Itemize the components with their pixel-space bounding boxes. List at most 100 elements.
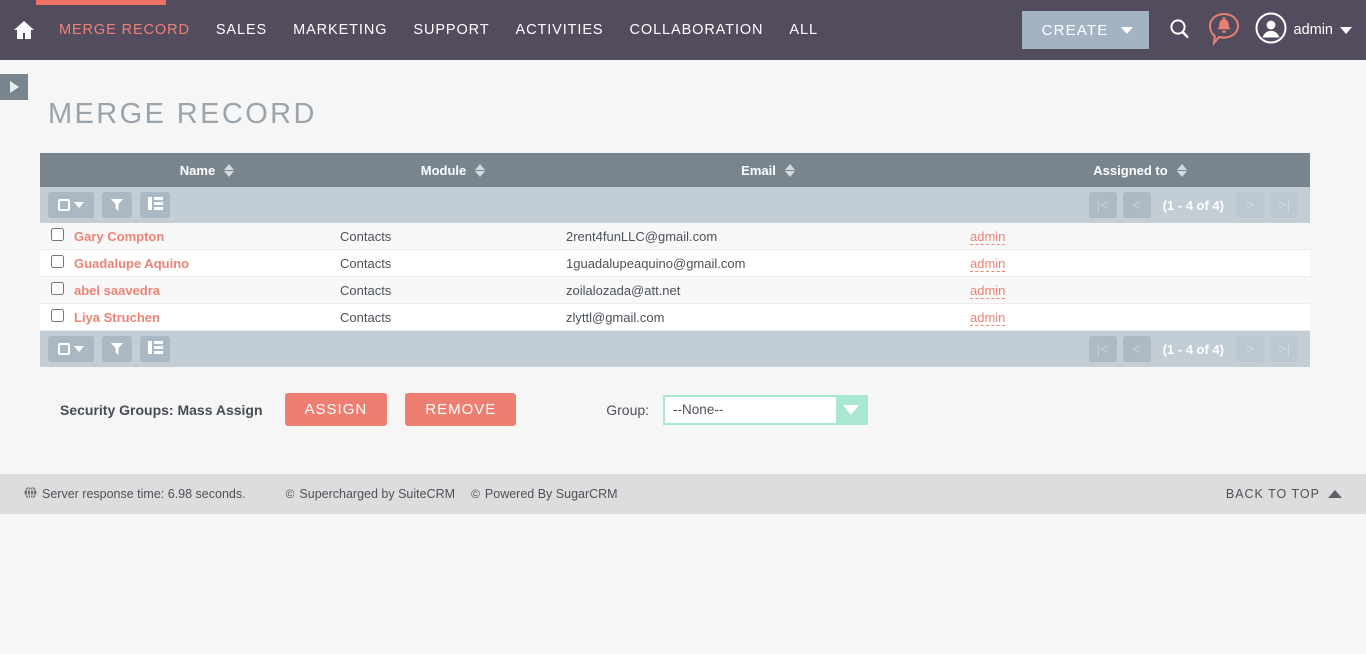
assign-button[interactable]: ASSIGN — [284, 393, 388, 426]
column-header-assigned-to-label: Assigned to — [1093, 162, 1168, 178]
row-module-cell: Contacts — [340, 276, 566, 304]
user-avatar-icon — [1255, 12, 1287, 48]
pagination-first-button[interactable]: |< — [1088, 192, 1117, 218]
merge-record-list: Name Module Email Assigned to |< < (1 - … — [40, 153, 1310, 367]
funnel-filter-icon — [110, 342, 124, 356]
page-footer: Server response time: 6.98 seconds. © Su… — [0, 474, 1366, 514]
sort-arrows-icon — [784, 163, 795, 177]
pagination-next-button[interactable]: > — [1236, 192, 1264, 218]
nav-item-support[interactable]: SUPPORT — [400, 0, 502, 60]
server-response-time-label: Server response time: 6.98 seconds. — [42, 487, 246, 501]
pagination-next-button[interactable]: > — [1236, 336, 1264, 362]
column-chooser-icon — [147, 341, 163, 357]
column-header-module[interactable]: Module — [340, 153, 566, 187]
active-tab-underline — [36, 0, 166, 5]
pagination-last-button[interactable]: >| — [1270, 336, 1298, 362]
column-header-module-label: Module — [420, 162, 467, 178]
chevron-down-icon — [74, 202, 84, 208]
table-row[interactable]: Guadalupe Aquino Contacts 1guadalupeaqui… — [40, 249, 1310, 277]
row-checkbox-cell — [40, 223, 74, 250]
assigned-user-link[interactable]: admin — [970, 255, 1006, 272]
checkbox-icon — [58, 343, 70, 355]
sidebar-expand-toggle[interactable] — [0, 74, 28, 100]
header-checkbox-cell — [40, 153, 74, 187]
assigned-user-link[interactable]: admin — [970, 282, 1006, 299]
top-navbar: MERGE RECORD SALES MARKETING SUPPORT ACT… — [0, 0, 1366, 60]
list-header: Name Module Email Assigned to — [40, 153, 1310, 187]
sort-arrows-icon — [1176, 163, 1187, 177]
nav-links: MERGE RECORD SALES MARKETING SUPPORT ACT… — [46, 0, 831, 60]
remove-button[interactable]: REMOVE — [405, 393, 517, 426]
record-name-link[interactable]: abel saavedra — [74, 283, 160, 298]
triangle-up-icon — [1328, 490, 1342, 498]
row-assigned-cell: admin — [970, 303, 1310, 331]
row-assigned-cell: admin — [970, 249, 1310, 277]
mass-assign-label: Security Groups: Mass Assign — [60, 401, 263, 418]
pagination-top: |< < (1 - 4 of 4) > >| — [1088, 192, 1302, 218]
row-select-checkbox[interactable] — [50, 228, 64, 241]
record-name-link[interactable]: Guadalupe Aquino — [74, 256, 189, 271]
column-header-assigned-to[interactable]: Assigned to — [970, 153, 1310, 187]
row-email-cell: zoilalozada@att.net — [566, 276, 970, 304]
chevron-down-icon — [836, 397, 866, 423]
record-name-link[interactable]: Gary Compton — [74, 229, 164, 244]
powered-by: © Powered By SugarCRM — [471, 487, 618, 501]
supercharged-label: Supercharged by SuiteCRM — [299, 487, 456, 501]
table-row[interactable]: Liya Struchen Contacts zlyttl@gmail.com … — [40, 303, 1310, 331]
column-header-email[interactable]: Email — [566, 153, 970, 187]
row-select-checkbox[interactable] — [50, 309, 64, 322]
nav-item-all[interactable]: ALL — [776, 0, 831, 60]
navbar-right-controls: CREATE admin — [1021, 11, 1366, 49]
column-header-email-label: Email — [741, 162, 776, 178]
row-email-cell: zlyttl@gmail.com — [566, 303, 970, 331]
assigned-user-link[interactable]: admin — [970, 228, 1006, 245]
pagination-last-button[interactable]: >| — [1270, 192, 1298, 218]
column-header-name-label: Name — [179, 162, 216, 178]
pagination-prev-button[interactable]: < — [1122, 336, 1151, 362]
record-name-link[interactable]: Liya Struchen — [74, 310, 160, 325]
home-icon[interactable] — [6, 12, 42, 48]
table-row[interactable]: abel saavedra Contacts zoilalozada@att.n… — [40, 276, 1310, 304]
nav-item-collaboration[interactable]: COLLABORATION — [617, 0, 777, 60]
chevron-down-icon — [1120, 26, 1133, 34]
server-response-time: Server response time: 6.98 seconds. — [24, 486, 246, 502]
row-name-cell: Guadalupe Aquino — [74, 249, 340, 277]
row-email-cell: 1guadalupeaquino@gmail.com — [566, 249, 970, 277]
column-header-name[interactable]: Name — [74, 153, 340, 187]
notification-bell-icon[interactable] — [1207, 12, 1241, 48]
column-chooser-button[interactable] — [140, 336, 170, 362]
assigned-user-link[interactable]: admin — [970, 309, 1006, 326]
nav-item-activities[interactable]: ACTIVITIES — [503, 0, 617, 60]
row-checkbox-cell — [40, 276, 74, 304]
row-select-checkbox[interactable] — [50, 282, 64, 295]
row-email-cell: 2rent4funLLC@gmail.com — [566, 223, 970, 250]
filter-button[interactable] — [102, 336, 132, 362]
nav-item-sales[interactable]: SALES — [203, 0, 280, 60]
row-select-checkbox[interactable] — [50, 255, 64, 268]
row-module-cell: Contacts — [340, 223, 566, 250]
powered-by-label: Powered By SugarCRM — [484, 487, 618, 501]
row-checkbox-cell — [40, 303, 74, 331]
nav-item-marketing[interactable]: MARKETING — [280, 0, 400, 60]
table-row[interactable]: Gary Compton Contacts 2rent4funLLC@gmail… — [40, 223, 1310, 250]
main-content: MERGE RECORD Name Module Email Assigned … — [0, 60, 1366, 474]
column-chooser-button[interactable] — [140, 192, 170, 218]
nav-item-merge-record[interactable]: MERGE RECORD — [46, 0, 203, 60]
select-all-dropdown-button[interactable] — [48, 192, 94, 218]
chevron-right-icon — [9, 81, 19, 93]
funnel-filter-icon — [110, 198, 124, 212]
sort-arrows-icon — [475, 163, 486, 177]
pagination-first-button[interactable]: |< — [1088, 336, 1117, 362]
create-button[interactable]: CREATE — [1021, 11, 1149, 49]
group-field-label: Group: — [606, 401, 650, 418]
select-all-dropdown-button[interactable] — [48, 336, 94, 362]
filter-button[interactable] — [102, 192, 132, 218]
chevron-down-icon — [74, 346, 84, 352]
search-icon[interactable] — [1167, 17, 1193, 43]
group-select[interactable]: --None-- — [663, 394, 869, 425]
page-title: MERGE RECORD — [48, 98, 317, 130]
back-to-top-button[interactable]: BACK TO TOP — [1226, 487, 1342, 501]
pagination-prev-button[interactable]: < — [1122, 192, 1151, 218]
user-menu[interactable]: admin — [1255, 12, 1352, 48]
user-name-label: admin — [1293, 22, 1334, 38]
